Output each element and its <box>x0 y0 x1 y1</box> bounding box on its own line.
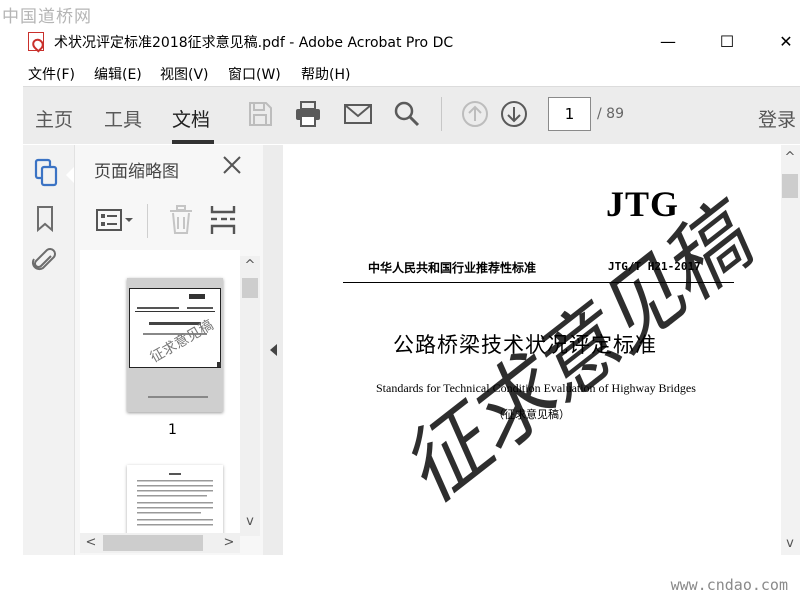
thumbnail-hscroll-thumb[interactable] <box>103 535 203 551</box>
scroll-right-icon[interactable]: > <box>222 535 236 550</box>
insert-page-icon[interactable] <box>209 204 237 236</box>
window-title: 术状况评定标准2018征求意见稿.pdf - Adobe Acrobat Pro… <box>54 35 454 51</box>
search-icon[interactable] <box>392 99 422 129</box>
attachment-icon[interactable] <box>31 247 59 275</box>
menu-window[interactable]: 窗口(W) <box>228 64 281 84</box>
pages-icon[interactable] <box>33 158 59 188</box>
menu-help[interactable]: 帮助(H) <box>301 64 350 84</box>
page-total: / 89 <box>597 106 624 122</box>
scroll-left-icon[interactable]: < <box>84 535 98 550</box>
panel-title: 页面缩略图 <box>94 162 179 182</box>
tab-tools[interactable]: 工具 <box>104 105 142 132</box>
page-down-icon[interactable] <box>499 99 529 129</box>
doc-scroll-down-icon[interactable]: v <box>783 536 797 551</box>
close-button[interactable]: ✕ <box>771 30 800 54</box>
thumbnail-scroll-thumb[interactable] <box>242 278 258 298</box>
panel-separator <box>147 204 148 238</box>
page-up-icon[interactable] <box>460 99 490 129</box>
site-watermark: 中国道桥网 <box>2 7 92 27</box>
thumbnail-label: 1 <box>168 422 177 438</box>
bookmark-icon[interactable] <box>35 205 55 233</box>
thumbnail-page-preview: 征求意见稿 <box>129 288 221 368</box>
collapse-panel-icon[interactable] <box>270 344 277 356</box>
maximize-button[interactable]: ☐ <box>712 30 742 54</box>
email-icon[interactable] <box>343 99 373 129</box>
title-bar: 术状况评定标准2018征求意见稿.pdf - Adobe Acrobat Pro… <box>0 28 800 56</box>
menu-file[interactable]: 文件(F) <box>28 64 75 84</box>
close-icon[interactable] <box>220 153 244 177</box>
toolbar-separator <box>441 97 442 131</box>
standard-type: 中华人民共和国行业推荐性标准 <box>368 261 537 275</box>
pdf-file-icon <box>28 32 44 51</box>
minimize-button[interactable]: — <box>653 30 683 54</box>
thumbnail-page-preview <box>137 473 213 526</box>
doc-scroll-up-icon[interactable]: ^ <box>783 150 797 165</box>
acrobat-window: 中国道桥网 术状况评定标准2018征求意见稿.pdf - Adobe Acrob… <box>0 0 800 600</box>
thumbnail-options-icon[interactable] <box>96 208 134 232</box>
print-icon[interactable] <box>293 99 323 129</box>
scroll-down-icon[interactable]: v <box>243 514 257 529</box>
thumbnail-vertical-scrollbar[interactable] <box>240 256 260 536</box>
document-vertical-scrollbar[interactable] <box>781 145 800 555</box>
site-url: www.cndao.com <box>670 576 788 594</box>
main-toolbar: 主页 工具 文档 1 / 89 登录 <box>23 86 800 144</box>
menu-edit[interactable]: 编辑(E) <box>94 64 142 84</box>
page-number-input[interactable]: 1 <box>548 97 591 131</box>
tab-document[interactable]: 文档 <box>172 105 210 132</box>
scroll-up-icon[interactable]: ^ <box>243 258 257 273</box>
menu-view[interactable]: 视图(V) <box>160 64 209 84</box>
delete-icon[interactable] <box>168 205 194 235</box>
login-link[interactable]: 登录 <box>758 105 796 132</box>
thumbnail-footer-text <box>148 396 208 398</box>
save-icon[interactable] <box>245 99 275 129</box>
menu-bar: 文件(F) 编辑(E) 视图(V) 窗口(W) 帮助(H) <box>0 60 800 84</box>
active-tab-indicator <box>172 140 214 144</box>
document-scroll-thumb[interactable] <box>782 174 798 198</box>
tab-home[interactable]: 主页 <box>35 105 73 132</box>
